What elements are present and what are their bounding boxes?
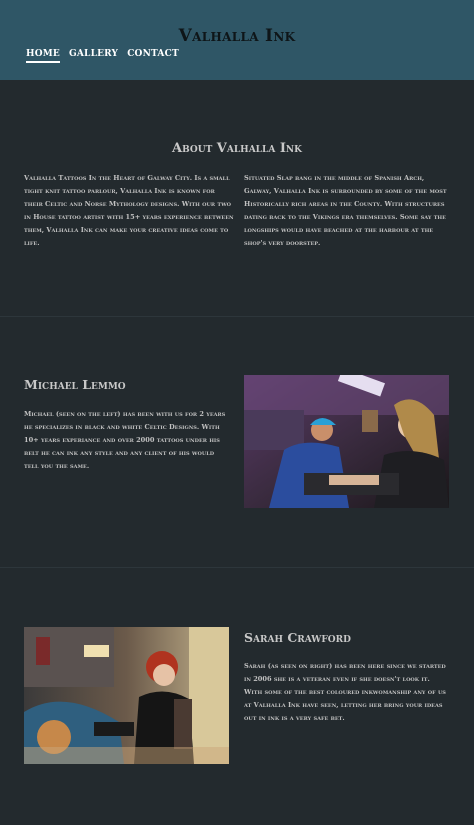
- section-divider: [0, 567, 474, 568]
- artist-bio-michael: Michael (seen on the left) has been with…: [24, 410, 226, 470]
- site-header: Valhalla Ink HOME GALLERY CONTACT: [0, 0, 474, 80]
- nav-contact-link[interactable]: CONTACT: [127, 49, 179, 63]
- artist-bio-sarah: Sarah (as seen on right) has been here s…: [244, 662, 446, 722]
- main-nav: HOME GALLERY CONTACT: [26, 49, 179, 63]
- about-right-text: Situated Slap bang in the middle of Span…: [244, 174, 447, 247]
- about-left-text: Valhalla Tattoos In the Heart of Galway …: [24, 174, 234, 247]
- about-heading: About Valhalla Ink: [172, 141, 302, 156]
- artist-name-michael: Michael Lemmo: [24, 377, 126, 392]
- artist-name-sarah: Sarah Crawford: [244, 630, 351, 645]
- section-divider: [0, 316, 474, 317]
- michael-photo: [244, 375, 449, 508]
- site-title: Valhalla Ink: [178, 26, 296, 46]
- nav-gallery-link[interactable]: GALLERY: [69, 49, 118, 63]
- nav-home-link[interactable]: HOME: [26, 49, 60, 63]
- sarah-photo: [24, 627, 229, 764]
